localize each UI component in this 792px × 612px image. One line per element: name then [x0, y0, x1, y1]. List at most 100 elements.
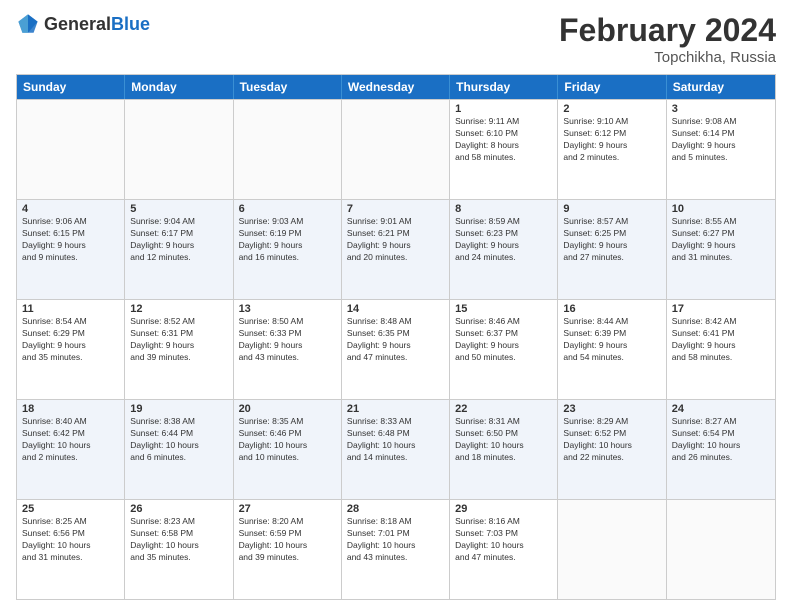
day-info: Sunrise: 8:57 AM Sunset: 6:25 PM Dayligh… — [563, 216, 660, 264]
header-day-wednesday: Wednesday — [342, 75, 450, 99]
cal-cell: 24Sunrise: 8:27 AM Sunset: 6:54 PM Dayli… — [667, 400, 775, 499]
cal-cell: 11Sunrise: 8:54 AM Sunset: 6:29 PM Dayli… — [17, 300, 125, 399]
cal-cell: 10Sunrise: 8:55 AM Sunset: 6:27 PM Dayli… — [667, 200, 775, 299]
day-number: 13 — [239, 303, 336, 315]
day-info: Sunrise: 8:59 AM Sunset: 6:23 PM Dayligh… — [455, 216, 552, 264]
day-info: Sunrise: 8:38 AM Sunset: 6:44 PM Dayligh… — [130, 416, 227, 464]
day-number: 5 — [130, 203, 227, 215]
day-info: Sunrise: 9:10 AM Sunset: 6:12 PM Dayligh… — [563, 116, 660, 164]
logo: GeneralBlue — [16, 12, 150, 36]
day-info: Sunrise: 8:54 AM Sunset: 6:29 PM Dayligh… — [22, 316, 119, 364]
day-info: Sunrise: 9:03 AM Sunset: 6:19 PM Dayligh… — [239, 216, 336, 264]
cal-cell — [125, 100, 233, 199]
cal-cell: 3Sunrise: 9:08 AM Sunset: 6:14 PM Daylig… — [667, 100, 775, 199]
cal-cell — [17, 100, 125, 199]
page: GeneralBlue February 2024 Topchikha, Rus… — [0, 0, 792, 612]
day-number: 9 — [563, 203, 660, 215]
day-info: Sunrise: 8:50 AM Sunset: 6:33 PM Dayligh… — [239, 316, 336, 364]
day-number: 21 — [347, 403, 444, 415]
day-number: 29 — [455, 503, 552, 515]
cal-cell: 25Sunrise: 8:25 AM Sunset: 6:56 PM Dayli… — [17, 500, 125, 599]
day-info: Sunrise: 8:33 AM Sunset: 6:48 PM Dayligh… — [347, 416, 444, 464]
day-number: 23 — [563, 403, 660, 415]
day-info: Sunrise: 8:29 AM Sunset: 6:52 PM Dayligh… — [563, 416, 660, 464]
header-day-tuesday: Tuesday — [234, 75, 342, 99]
cal-cell — [667, 500, 775, 599]
week-row-3: 11Sunrise: 8:54 AM Sunset: 6:29 PM Dayli… — [17, 299, 775, 399]
day-number: 6 — [239, 203, 336, 215]
day-number: 2 — [563, 103, 660, 115]
cal-cell: 6Sunrise: 9:03 AM Sunset: 6:19 PM Daylig… — [234, 200, 342, 299]
calendar-body: 1Sunrise: 9:11 AM Sunset: 6:10 PM Daylig… — [17, 99, 775, 599]
day-number: 20 — [239, 403, 336, 415]
day-number: 28 — [347, 503, 444, 515]
header-day-monday: Monday — [125, 75, 233, 99]
cal-cell: 16Sunrise: 8:44 AM Sunset: 6:39 PM Dayli… — [558, 300, 666, 399]
day-number: 1 — [455, 103, 552, 115]
day-info: Sunrise: 8:42 AM Sunset: 6:41 PM Dayligh… — [672, 316, 770, 364]
day-number: 26 — [130, 503, 227, 515]
day-number: 25 — [22, 503, 119, 515]
calendar-subtitle: Topchikha, Russia — [559, 49, 776, 66]
day-info: Sunrise: 9:06 AM Sunset: 6:15 PM Dayligh… — [22, 216, 119, 264]
cal-cell: 29Sunrise: 8:16 AM Sunset: 7:03 PM Dayli… — [450, 500, 558, 599]
cal-cell: 26Sunrise: 8:23 AM Sunset: 6:58 PM Dayli… — [125, 500, 233, 599]
cal-cell: 17Sunrise: 8:42 AM Sunset: 6:41 PM Dayli… — [667, 300, 775, 399]
calendar-title: February 2024 — [559, 12, 776, 49]
day-number: 12 — [130, 303, 227, 315]
day-info: Sunrise: 8:48 AM Sunset: 6:35 PM Dayligh… — [347, 316, 444, 364]
cal-cell: 4Sunrise: 9:06 AM Sunset: 6:15 PM Daylig… — [17, 200, 125, 299]
week-row-1: 1Sunrise: 9:11 AM Sunset: 6:10 PM Daylig… — [17, 99, 775, 199]
header-day-friday: Friday — [558, 75, 666, 99]
day-info: Sunrise: 8:44 AM Sunset: 6:39 PM Dayligh… — [563, 316, 660, 364]
day-info: Sunrise: 8:40 AM Sunset: 6:42 PM Dayligh… — [22, 416, 119, 464]
cal-cell: 5Sunrise: 9:04 AM Sunset: 6:17 PM Daylig… — [125, 200, 233, 299]
day-number: 15 — [455, 303, 552, 315]
day-info: Sunrise: 8:23 AM Sunset: 6:58 PM Dayligh… — [130, 516, 227, 564]
cal-cell: 2Sunrise: 9:10 AM Sunset: 6:12 PM Daylig… — [558, 100, 666, 199]
day-info: Sunrise: 8:16 AM Sunset: 7:03 PM Dayligh… — [455, 516, 552, 564]
day-info: Sunrise: 8:18 AM Sunset: 7:01 PM Dayligh… — [347, 516, 444, 564]
cal-cell: 21Sunrise: 8:33 AM Sunset: 6:48 PM Dayli… — [342, 400, 450, 499]
cal-cell: 27Sunrise: 8:20 AM Sunset: 6:59 PM Dayli… — [234, 500, 342, 599]
day-number: 18 — [22, 403, 119, 415]
header-day-saturday: Saturday — [667, 75, 775, 99]
week-row-2: 4Sunrise: 9:06 AM Sunset: 6:15 PM Daylig… — [17, 199, 775, 299]
header-day-sunday: Sunday — [17, 75, 125, 99]
cal-cell: 1Sunrise: 9:11 AM Sunset: 6:10 PM Daylig… — [450, 100, 558, 199]
calendar: SundayMondayTuesdayWednesdayThursdayFrid… — [16, 74, 776, 600]
day-number: 16 — [563, 303, 660, 315]
calendar-header: SundayMondayTuesdayWednesdayThursdayFrid… — [17, 75, 775, 99]
day-number: 17 — [672, 303, 770, 315]
day-info: Sunrise: 8:25 AM Sunset: 6:56 PM Dayligh… — [22, 516, 119, 564]
cal-cell: 9Sunrise: 8:57 AM Sunset: 6:25 PM Daylig… — [558, 200, 666, 299]
cal-cell: 28Sunrise: 8:18 AM Sunset: 7:01 PM Dayli… — [342, 500, 450, 599]
day-info: Sunrise: 8:31 AM Sunset: 6:50 PM Dayligh… — [455, 416, 552, 464]
day-info: Sunrise: 8:46 AM Sunset: 6:37 PM Dayligh… — [455, 316, 552, 364]
cal-cell — [234, 100, 342, 199]
day-number: 19 — [130, 403, 227, 415]
day-info: Sunrise: 8:27 AM Sunset: 6:54 PM Dayligh… — [672, 416, 770, 464]
cal-cell: 14Sunrise: 8:48 AM Sunset: 6:35 PM Dayli… — [342, 300, 450, 399]
day-number: 22 — [455, 403, 552, 415]
day-number: 14 — [347, 303, 444, 315]
header-day-thursday: Thursday — [450, 75, 558, 99]
day-info: Sunrise: 9:04 AM Sunset: 6:17 PM Dayligh… — [130, 216, 227, 264]
day-info: Sunrise: 8:20 AM Sunset: 6:59 PM Dayligh… — [239, 516, 336, 564]
cal-cell: 12Sunrise: 8:52 AM Sunset: 6:31 PM Dayli… — [125, 300, 233, 399]
cal-cell: 13Sunrise: 8:50 AM Sunset: 6:33 PM Dayli… — [234, 300, 342, 399]
cal-cell: 15Sunrise: 8:46 AM Sunset: 6:37 PM Dayli… — [450, 300, 558, 399]
cal-cell — [558, 500, 666, 599]
cal-cell: 22Sunrise: 8:31 AM Sunset: 6:50 PM Dayli… — [450, 400, 558, 499]
day-number: 27 — [239, 503, 336, 515]
day-number: 11 — [22, 303, 119, 315]
cal-cell: 7Sunrise: 9:01 AM Sunset: 6:21 PM Daylig… — [342, 200, 450, 299]
day-number: 3 — [672, 103, 770, 115]
week-row-4: 18Sunrise: 8:40 AM Sunset: 6:42 PM Dayli… — [17, 399, 775, 499]
cal-cell: 23Sunrise: 8:29 AM Sunset: 6:52 PM Dayli… — [558, 400, 666, 499]
title-block: February 2024 Topchikha, Russia — [559, 12, 776, 66]
day-info: Sunrise: 9:08 AM Sunset: 6:14 PM Dayligh… — [672, 116, 770, 164]
logo-general: General — [44, 14, 111, 34]
logo-blue: Blue — [111, 14, 150, 34]
day-number: 24 — [672, 403, 770, 415]
